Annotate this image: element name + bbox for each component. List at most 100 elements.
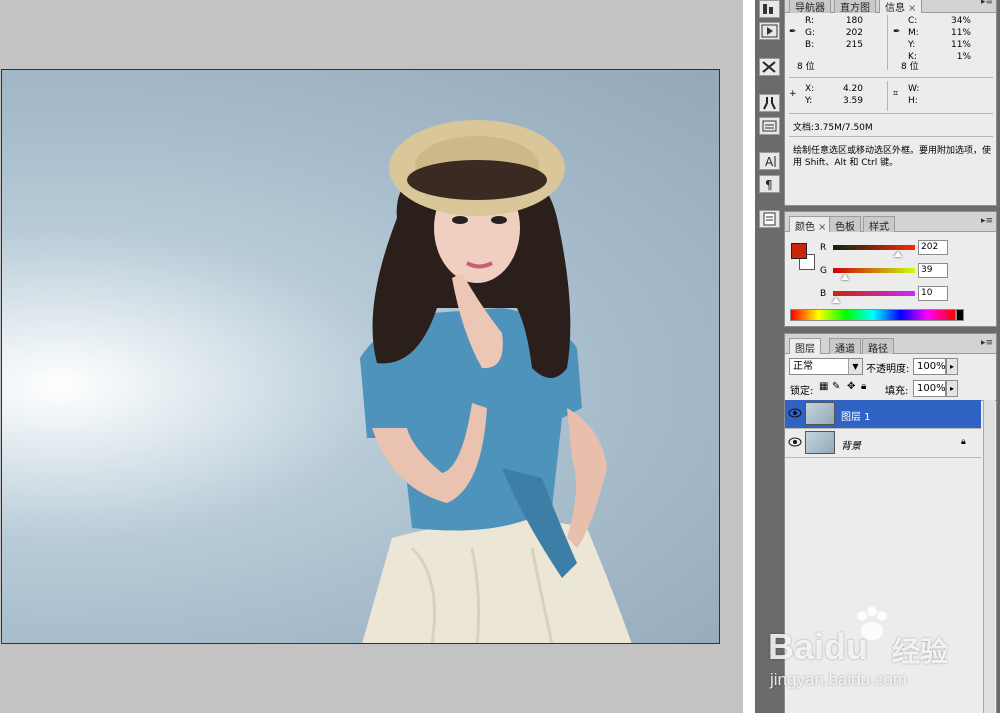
paragraph-icon[interactable]: ¶ [759, 175, 780, 193]
watermark-url: jingyan.baidu.com [770, 670, 908, 689]
info-w-label: W: [908, 84, 920, 94]
blue-slider-thumb[interactable] [832, 297, 841, 303]
color-ramp[interactable] [790, 309, 956, 321]
layer-row-background[interactable]: 背景 🔒︎ [785, 429, 981, 457]
layers-panel-tabs: 图层 通道 路径 ▸≡ [785, 334, 996, 355]
info-m-label: M: [908, 28, 919, 38]
red-value-field[interactable]: 202 [918, 240, 948, 255]
color-panel-tabs: 颜色 × 色板 样式 ▸≡ [785, 212, 996, 233]
lock-label: 锁定: [790, 386, 814, 397]
svg-text:¶: ¶ [765, 178, 773, 192]
green-slider[interactable] [833, 268, 915, 273]
info-g-value: 202 [845, 28, 863, 38]
document-canvas[interactable] [1, 69, 720, 644]
panel-menu-icon[interactable]: ▸≡ [981, 216, 993, 226]
info-panel: 导航器 直方图 信息 × ▸≡ R: G: B: ✒ 180 202 215 8 … [784, 0, 997, 206]
opacity-arrow-icon[interactable]: ▸ [946, 358, 958, 375]
info-k-value: 1% [956, 52, 971, 62]
color-g-label: G [820, 266, 827, 276]
close-icon[interactable]: × [908, 3, 916, 14]
brush-preset-icon[interactable] [759, 117, 780, 135]
play-icon[interactable] [759, 22, 780, 40]
size-icon: ⌗ [893, 89, 899, 99]
info-doc-size: 文档:3.75M/7.50M [793, 123, 873, 133]
info-b-value: 215 [845, 40, 863, 50]
blend-mode-value: 正常 [793, 361, 813, 372]
green-value-field[interactable]: 39 [918, 263, 948, 278]
color-panel: 颜色 × 色板 样式 ▸≡ R G B 202 39 10 [784, 211, 997, 327]
info-g-label: G: [805, 28, 816, 38]
tab-color[interactable]: 颜色 × [789, 216, 833, 233]
fill-field[interactable]: 100% [913, 380, 946, 397]
close-icon[interactable]: × [818, 222, 826, 233]
blue-value-field[interactable]: 10 [918, 286, 948, 301]
color-b-label: B [820, 289, 827, 299]
tab-swatches[interactable]: 色板 [829, 216, 861, 233]
fill-label: 填充: [885, 386, 909, 397]
clone-source-icon[interactable] [759, 94, 780, 112]
watermark-brand-suffix: 经验 [892, 636, 949, 667]
notes-icon[interactable] [759, 210, 780, 228]
info-y-label-pos: Y: [805, 96, 813, 106]
color-r-label: R [820, 243, 827, 253]
info-r-label: R: [805, 16, 815, 26]
info-y-label: Y: [908, 40, 916, 50]
info-hint: 绘制任意选区或移动选区外框。要用附加选项，使用 Shift、Alt 和 Ctrl… [793, 146, 992, 168]
green-slider-thumb[interactable] [841, 274, 850, 280]
blend-mode-select[interactable]: 正常 ▼ [789, 358, 863, 375]
tab-styles[interactable]: 样式 [863, 216, 895, 233]
info-r-value: 180 [845, 16, 863, 26]
info-c-label: C: [908, 16, 918, 26]
info-bit-right: 8 位 [901, 62, 919, 72]
foreground-color-swatch[interactable] [791, 243, 807, 259]
tab-channels[interactable]: 通道 [829, 338, 861, 355]
lock-transparent-icon[interactable]: ▦ [819, 381, 828, 392]
black-ramp-end[interactable] [956, 309, 964, 321]
canvas-workspace [0, 0, 743, 713]
panel-menu-icon[interactable]: ▸≡ [981, 0, 993, 7]
chevron-down-icon: ▼ [848, 359, 862, 374]
lock-all-icon[interactable]: 🔒︎ [861, 381, 866, 392]
baidu-watermark: Baidu 经验 jingyan.baidu.com [768, 604, 998, 704]
crosshair-icon: + [789, 89, 797, 99]
info-h-label: H: [908, 96, 918, 106]
tools-icon[interactable] [759, 58, 780, 76]
tab-navigator[interactable]: 导航器 [789, 0, 831, 14]
tab-layers[interactable]: 图层 [789, 338, 821, 355]
workspace-separator [743, 0, 755, 713]
layer-row-layer1[interactable]: 图层 1 [785, 400, 981, 428]
layer-name[interactable]: 背景 [841, 437, 861, 452]
info-panel-tabs: 导航器 直方图 信息 × ▸≡ [785, 0, 996, 14]
tab-info[interactable]: 信息 × [879, 0, 923, 14]
visibility-eye-icon[interactable] [788, 407, 802, 419]
red-slider[interactable] [833, 245, 915, 250]
opacity-label: 不透明度: [866, 364, 910, 375]
layer-thumbnail [805, 402, 835, 425]
tab-histogram[interactable]: 直方图 [834, 0, 876, 14]
info-x-label: X: [805, 84, 815, 94]
panel-menu-icon[interactable]: ▸≡ [981, 338, 993, 348]
tab-paths[interactable]: 路径 [862, 338, 894, 355]
photo-subject [360, 120, 632, 643]
tab-color-label: 颜色 [795, 222, 815, 233]
histogram-icon[interactable] [759, 0, 780, 18]
lock-brush-icon[interactable]: ✎ [832, 381, 840, 392]
layer-name[interactable]: 图层 1 [841, 408, 871, 423]
eyedropper-cmyk-icon: ✒ [893, 27, 901, 37]
fill-arrow-icon[interactable]: ▸ [946, 380, 958, 397]
character-icon[interactable]: A [759, 152, 780, 170]
info-x-value: 4.20 [842, 84, 863, 94]
lock-move-icon[interactable]: ✥ [847, 381, 855, 392]
info-c-value: 34% [950, 16, 971, 26]
info-m-value: 11% [950, 28, 971, 38]
layer-thumbnail [805, 431, 835, 454]
info-y-value-pos: 3.59 [842, 96, 863, 106]
opacity-field[interactable]: 100% [913, 358, 946, 375]
info-b-label: B: [805, 40, 815, 50]
visibility-eye-icon[interactable] [788, 436, 802, 448]
svg-text:A: A [765, 155, 774, 169]
blue-slider[interactable] [833, 291, 915, 296]
red-slider-thumb[interactable] [893, 251, 902, 257]
info-y-value: 11% [950, 40, 971, 50]
paw-icon [857, 606, 887, 640]
